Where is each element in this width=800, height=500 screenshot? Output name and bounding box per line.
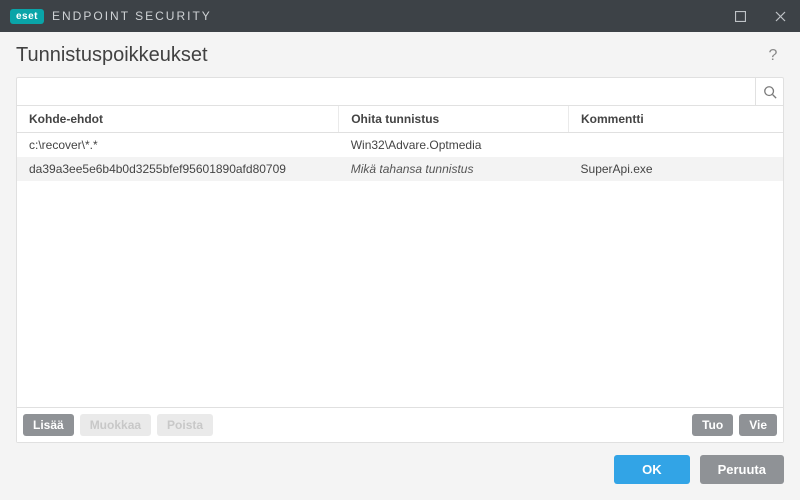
cell-target: da39a3ee5e6b4b0d3255bfef95601890afd80709 (17, 157, 339, 181)
help-button[interactable]: ? (762, 45, 784, 67)
cell-target: c:\recover\*.* (17, 133, 339, 158)
search-icon (763, 85, 777, 99)
search-input[interactable] (17, 79, 755, 105)
cancel-button[interactable]: Peruuta (700, 455, 784, 484)
close-icon (775, 11, 786, 22)
window-close-button[interactable] (760, 0, 800, 32)
column-header-target[interactable]: Kohde-ehdot (17, 106, 339, 133)
export-button[interactable]: Vie (739, 414, 777, 436)
search-button[interactable] (755, 78, 783, 106)
cell-detection: Win32\Advare.Optmedia (339, 133, 569, 158)
exclusions-table: Kohde-ehdot Ohita tunnistus Kommentti c:… (17, 106, 783, 181)
import-button[interactable]: Tuo (692, 414, 733, 436)
exclusions-panel: Kohde-ehdot Ohita tunnistus Kommentti c:… (16, 77, 784, 443)
ok-button[interactable]: OK (614, 455, 690, 484)
column-header-detection[interactable]: Ohita tunnistus (339, 106, 569, 133)
heading-row: Tunnistuspoikkeukset ? (16, 44, 784, 67)
exclusions-table-wrapper: Kohde-ehdot Ohita tunnistus Kommentti c:… (17, 106, 783, 407)
add-button[interactable]: Lisää (23, 414, 74, 436)
cell-detection: Mikä tahansa tunnistus (339, 157, 569, 181)
page-title: Tunnistuspoikkeukset (16, 44, 208, 67)
minimize-icon (735, 11, 746, 22)
window-minimize-button[interactable] (720, 0, 760, 32)
cell-comment: SuperApi.exe (569, 157, 783, 181)
table-row[interactable]: c:\recover\*.*Win32\Advare.Optmedia (17, 133, 783, 158)
column-header-comment[interactable]: Kommentti (569, 106, 783, 133)
brand-badge: eset (10, 9, 44, 24)
titlebar: eset ENDPOINT SECURITY (0, 0, 800, 32)
panel-footer: Lisää Muokkaa Poista Tuo Vie (17, 407, 783, 442)
dialog-footer: OK Peruuta (16, 455, 784, 484)
cell-comment (569, 133, 783, 158)
delete-button[interactable]: Poista (157, 414, 213, 436)
search-row (17, 78, 783, 106)
table-row[interactable]: da39a3ee5e6b4b0d3255bfef95601890afd80709… (17, 157, 783, 181)
help-icon: ? (769, 47, 778, 65)
content-area: Tunnistuspoikkeukset ? Kohde-ehdot Ohita… (0, 32, 800, 500)
brand-name: ENDPOINT SECURITY (52, 9, 212, 23)
edit-button[interactable]: Muokkaa (80, 414, 151, 436)
